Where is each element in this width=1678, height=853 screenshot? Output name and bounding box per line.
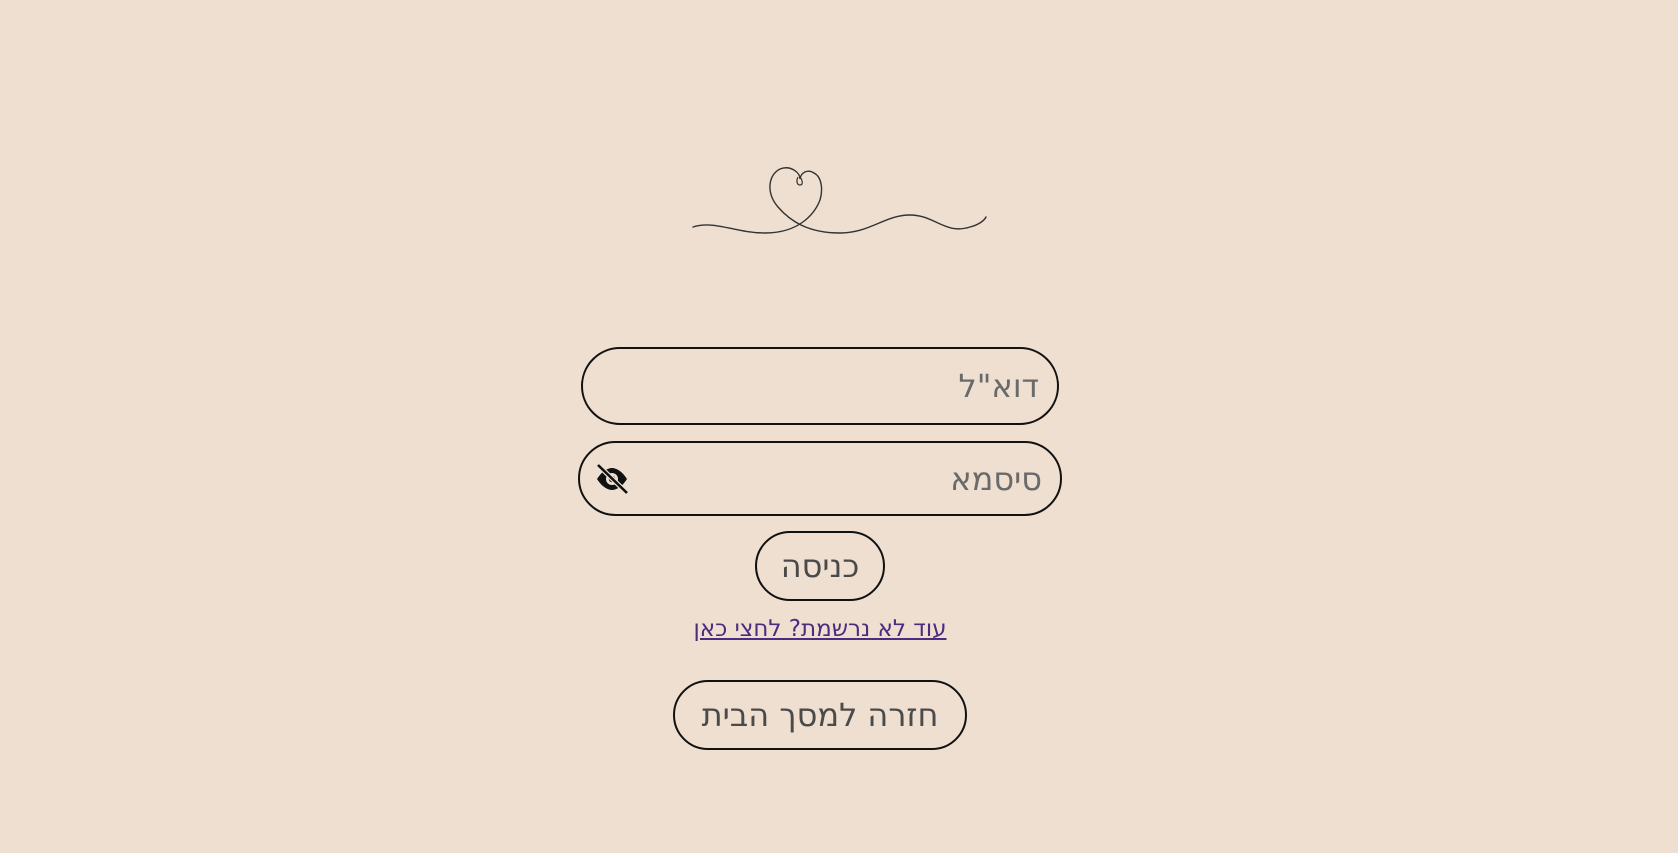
password-input[interactable] xyxy=(650,443,1042,514)
password-field[interactable] xyxy=(578,441,1062,516)
login-button[interactable]: כניסה xyxy=(755,531,885,601)
heart-line-logo-icon xyxy=(692,167,987,234)
email-input[interactable] xyxy=(613,349,1039,423)
back-to-home-button[interactable]: חזרה למסך הבית xyxy=(673,680,967,750)
eye-off-icon[interactable] xyxy=(594,464,630,494)
login-page: כניסה עוד לא נרשמת? לחצי כאן חזרה למסך ה… xyxy=(0,0,1678,853)
email-field[interactable] xyxy=(581,347,1059,425)
register-link[interactable]: עוד לא נרשמת? לחצי כאן xyxy=(690,616,950,650)
